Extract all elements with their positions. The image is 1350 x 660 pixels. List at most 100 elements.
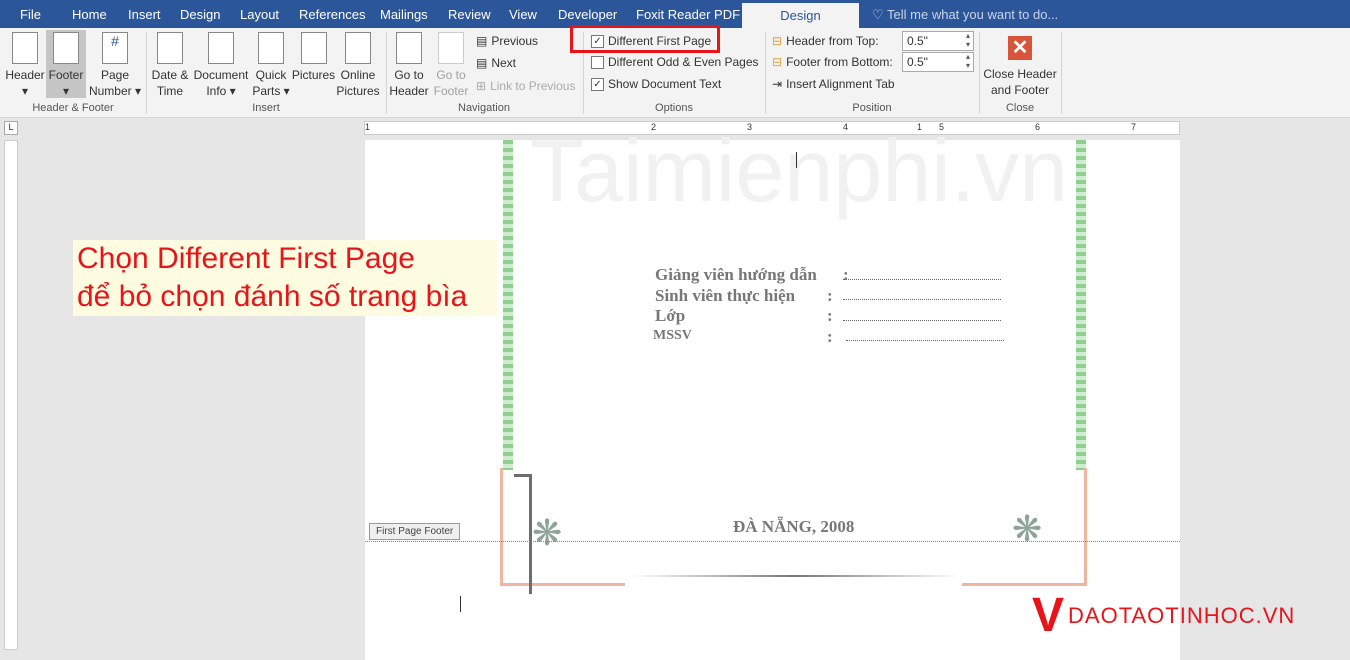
link-icon: ⊞ xyxy=(476,79,487,93)
annotation-line: để bỏ chọn đánh số trang bìa xyxy=(77,280,468,313)
label: Go to Footer xyxy=(433,68,469,98)
quick-parts-button[interactable]: Quick Parts ▾ xyxy=(252,32,290,99)
header-position-icon: ⊟ xyxy=(772,34,783,48)
annotation-line: Chọn Different First Page xyxy=(77,242,415,275)
lightbulb-icon: ♡ xyxy=(872,7,888,22)
mssv-blank xyxy=(846,340,1004,341)
colon: : xyxy=(827,306,833,325)
label: Different Odd & Even Pages xyxy=(608,55,759,69)
tab-layout[interactable]: Layout xyxy=(240,7,279,22)
ribbon-tabs: File Home Insert Design Layout Reference… xyxy=(0,0,1350,28)
student-blank xyxy=(843,299,1001,300)
right-border-ornament xyxy=(1076,140,1086,470)
tab-insert[interactable]: Insert xyxy=(128,7,161,22)
corner-ornament-left xyxy=(514,474,532,594)
group-label: Close xyxy=(1005,102,1035,114)
label: Link to Previous xyxy=(490,79,576,93)
tell-me-search[interactable]: ♡ Tell me what you want to do... xyxy=(872,7,1058,23)
advisor-label: Giảng viên hướng dẫn xyxy=(655,265,817,284)
label: Go to Header xyxy=(389,68,429,98)
site-logo: V DAOTAOTINHOC.VN xyxy=(1032,589,1296,642)
footer-boundary xyxy=(365,541,1180,542)
ruler-tick: 7 xyxy=(1131,122,1137,132)
mssv-label: MSSV xyxy=(653,328,692,343)
colon: : xyxy=(827,327,833,346)
quick-parts-icon xyxy=(258,32,284,64)
group-label: Header & Footer xyxy=(32,102,114,114)
tab-references[interactable]: References xyxy=(299,7,365,22)
footer-from-bottom-input[interactable]: 0.5" xyxy=(902,52,974,72)
go-to-header-button[interactable]: Go to Header xyxy=(388,32,430,99)
go-to-header-icon xyxy=(396,32,422,64)
previous-button[interactable]: ▤ Previous xyxy=(476,34,538,48)
label: Online Pictures xyxy=(336,68,380,98)
vertical-ruler[interactable] xyxy=(4,140,18,650)
class-label: Lớp xyxy=(655,306,686,325)
group-label: Options xyxy=(655,102,693,114)
header-button[interactable]: Header ▾ xyxy=(4,32,46,99)
next-button[interactable]: ▤ Next xyxy=(476,56,516,70)
check-icon: ✓ xyxy=(591,77,604,91)
student-label: Sinh viên thực hiện xyxy=(655,286,796,305)
label: Show Document Text xyxy=(608,77,722,91)
calendar-icon xyxy=(157,32,183,64)
date-time-button[interactable]: Date & Time xyxy=(148,32,192,99)
tab-file[interactable]: File xyxy=(20,7,41,22)
tab-mailings[interactable]: Mailings xyxy=(380,7,428,22)
group-label: Position xyxy=(852,102,892,114)
label: Header from Top: xyxy=(786,34,879,48)
logo-v-icon: V xyxy=(1032,589,1065,642)
show-document-text-checkbox[interactable]: ✓ Show Document Text xyxy=(591,77,721,91)
tab-review[interactable]: Review xyxy=(448,7,491,22)
insert-alignment-tab-button[interactable]: ⇥ Insert Alignment Tab xyxy=(772,77,895,91)
document-info-icon xyxy=(208,32,234,64)
label: Footer from Bottom: xyxy=(786,55,893,69)
link-to-previous-button[interactable]: ⊞ Link to Previous xyxy=(476,79,575,93)
tab-foxit[interactable]: Foxit Reader PDF xyxy=(636,7,740,22)
label: Footer xyxy=(48,68,84,82)
label: Previous xyxy=(491,34,539,48)
tab-developer[interactable]: Developer xyxy=(558,7,617,22)
class-blank xyxy=(843,320,1001,321)
header-from-top-label: ⊟ Header from Top: xyxy=(772,34,879,48)
footer-button[interactable]: Footer ▾ xyxy=(46,30,86,98)
label: Quick Parts xyxy=(252,68,287,98)
pictures-button[interactable]: Pictures xyxy=(291,32,336,83)
tab-home[interactable]: Home xyxy=(72,7,107,22)
online-pictures-icon xyxy=(345,32,371,64)
footer-divider-ornament xyxy=(630,575,960,577)
tab-selector[interactable]: L xyxy=(4,121,18,135)
label: Page Number xyxy=(88,68,132,98)
flower-ornament-icon: ❋ xyxy=(1012,508,1043,549)
label: Header xyxy=(5,68,45,82)
previous-icon: ▤ xyxy=(476,34,488,48)
header-from-top-input[interactable]: 0.5" xyxy=(902,31,974,51)
next-icon: ▤ xyxy=(476,56,488,70)
tab-design[interactable]: Design xyxy=(180,7,220,22)
close-header-footer-button[interactable]: ✕ Close Header and Footer xyxy=(982,36,1058,98)
different-odd-even-checkbox[interactable]: Different Odd & Even Pages xyxy=(591,55,759,69)
colon: : xyxy=(843,265,849,284)
footer-from-bottom-label: ⊟ Footer from Bottom: xyxy=(772,55,893,69)
page-number-button[interactable]: # Page Number ▾ xyxy=(88,32,142,99)
checkbox-empty xyxy=(591,55,604,69)
close-icon: ✕ xyxy=(1008,36,1032,60)
text-cursor xyxy=(460,596,461,612)
ruler-tick: 1 xyxy=(365,122,371,132)
first-page-footer-tag: First Page Footer xyxy=(369,523,461,540)
online-pictures-button[interactable]: Online Pictures xyxy=(336,32,380,99)
go-to-footer-button[interactable]: Go to Footer xyxy=(430,32,472,99)
flower-ornament-icon: ❋ xyxy=(532,512,563,553)
document-info-button[interactable]: Document Info ▾ xyxy=(192,32,250,99)
tab-view[interactable]: View xyxy=(509,7,537,22)
text-cursor xyxy=(796,152,797,168)
header-icon xyxy=(12,32,38,64)
highlight-box xyxy=(570,25,720,53)
tab-hf-design[interactable]: Design xyxy=(742,3,859,28)
divider xyxy=(1061,32,1062,114)
advisor-blank xyxy=(843,279,1001,280)
logo-text: DAOTAOTINHOC.VN xyxy=(1068,603,1296,628)
footer-position-icon: ⊟ xyxy=(772,55,783,69)
label: Date & Time xyxy=(151,68,189,98)
label: Document Info xyxy=(193,68,249,98)
